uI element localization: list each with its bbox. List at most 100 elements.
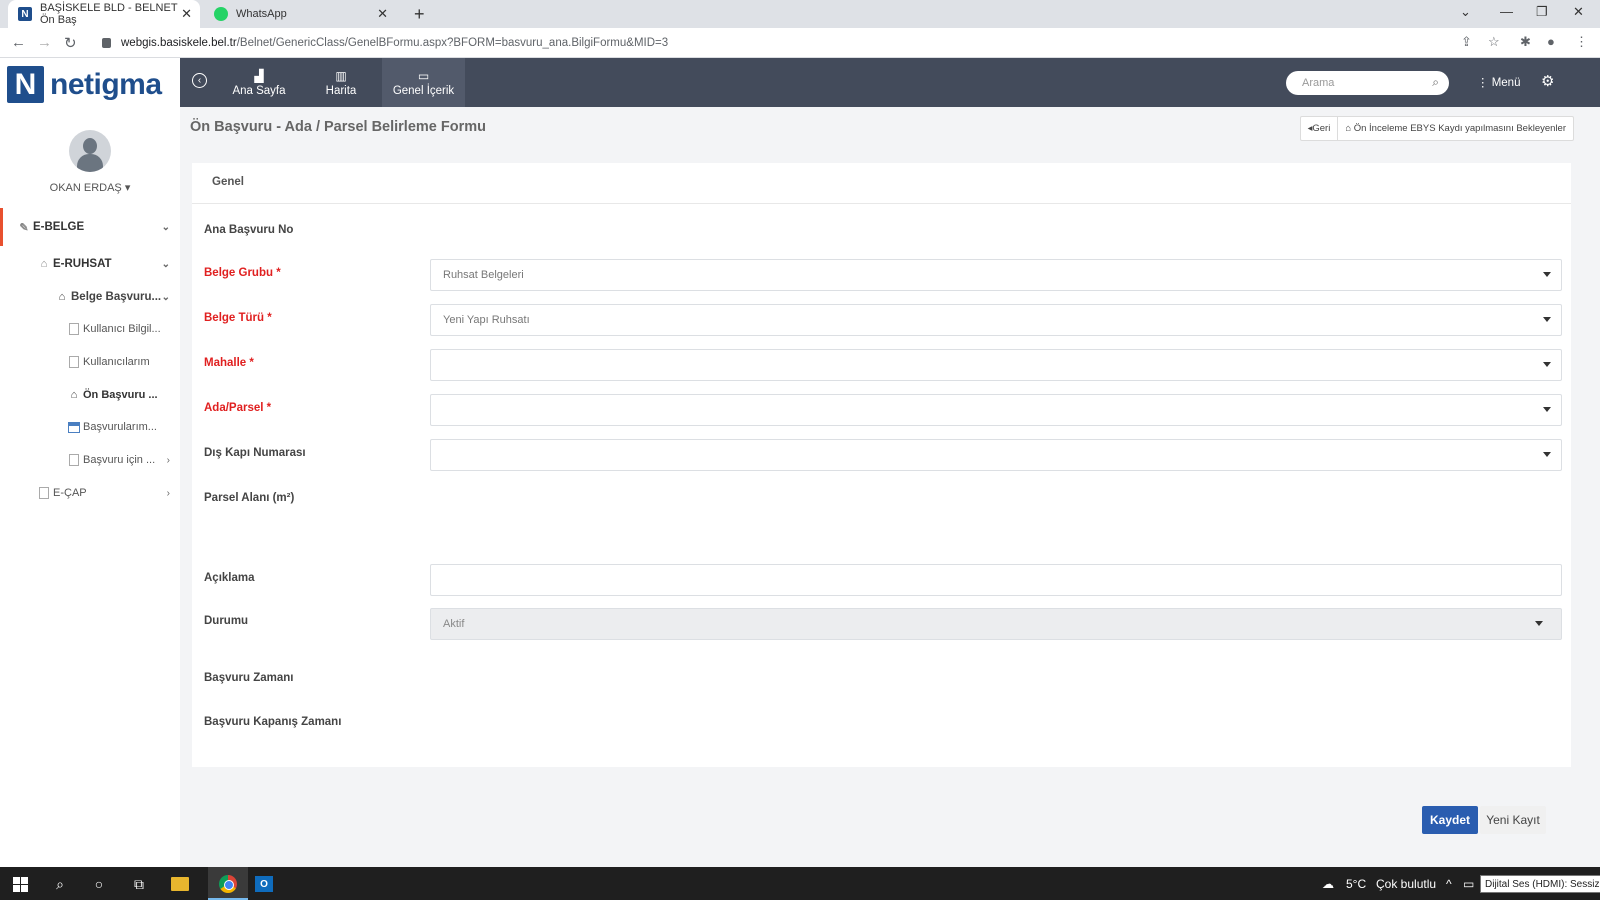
- sidebar-item-label: E-RUHSAT: [53, 258, 112, 270]
- ada-parsel-label: Ada/Parsel *: [204, 402, 272, 414]
- reload-icon[interactable]: ↻: [64, 34, 77, 52]
- gear-icon[interactable]: ⚙: [1541, 72, 1554, 90]
- save-button[interactable]: Kaydet: [1422, 806, 1478, 834]
- chevron-down-icon: ⌄: [161, 221, 170, 233]
- extensions-puzzle-icon[interactable]: ✱: [1520, 34, 1531, 50]
- divider: [192, 203, 1571, 204]
- durumu-select[interactable]: Aktif: [430, 608, 1562, 640]
- tray-chevron-up-icon[interactable]: ^: [1446, 877, 1452, 891]
- form-card: Genel Ana Başvuru No Belge Grubu * Ruhsa…: [192, 163, 1571, 767]
- sidebar-item-on-basvuru[interactable]: ⌂ Ön Başvuru ...: [68, 384, 170, 406]
- caret-down-icon: [1543, 452, 1551, 457]
- minimize-icon[interactable]: —: [1500, 4, 1513, 19]
- document-icon: [68, 356, 80, 368]
- sidebar-item-belge-basvuru[interactable]: ⌂ Belge Başvuru... ⌄: [56, 286, 170, 308]
- monitor-icon: ▭: [417, 68, 430, 83]
- nav-ana-sayfa[interactable]: ▟ Ana Sayfa: [224, 58, 294, 107]
- close-window-icon[interactable]: ✕: [1573, 4, 1584, 20]
- nav-harita[interactable]: ▥ Harita: [308, 58, 374, 107]
- dis-kapi-select[interactable]: [430, 439, 1562, 471]
- top-navbar: ‹ ▟ Ana Sayfa ▥ Harita ▭ Genel İçerik Ar…: [180, 58, 1600, 107]
- chevron-right-icon: ›: [166, 454, 170, 466]
- back-button[interactable]: ◂Geri: [1301, 117, 1338, 140]
- lock-icon: [102, 38, 111, 48]
- user-menu[interactable]: OKAN ERDAŞ ▾: [0, 181, 180, 194]
- edit-note-icon: ✎: [19, 221, 29, 234]
- breadcrumb-link[interactable]: ⌂ Ön İnceleme EBYS Kaydı yapılmasını Bek…: [1337, 117, 1573, 140]
- sidebar-item-e-ruhsat[interactable]: ⌂ E-RUHSAT ⌄: [38, 253, 170, 275]
- profile-icon[interactable]: ●: [1547, 34, 1555, 49]
- tab-genel[interactable]: Genel: [212, 176, 244, 188]
- task-view-icon[interactable]: ⧉: [128, 873, 150, 895]
- sidebar-item-e-cap[interactable]: E-ÇAP ›: [38, 482, 170, 504]
- home-icon: ⌂: [1345, 123, 1354, 134]
- nav-label: Ana Sayfa: [232, 84, 286, 97]
- weather-description[interactable]: Çok bulutlu: [1376, 877, 1436, 891]
- new-tab-icon[interactable]: +: [414, 4, 425, 25]
- new-record-button[interactable]: Yeni Kayıt: [1480, 806, 1546, 834]
- document-icon: [68, 454, 80, 466]
- belge-grubu-select[interactable]: Ruhsat Belgeleri: [430, 259, 1562, 291]
- bookmark-star-icon[interactable]: ☆: [1488, 34, 1500, 50]
- mahalle-label: Mahalle *: [204, 357, 254, 369]
- caret-down-icon: [1543, 272, 1551, 277]
- document-icon: [68, 323, 80, 335]
- sidebar-item-basvuru-icin[interactable]: Başvuru için ... ›: [68, 449, 170, 471]
- collapse-sidebar-icon[interactable]: ‹: [192, 73, 207, 88]
- close-tab-icon[interactable]: ✕: [377, 6, 388, 22]
- cortana-circle-icon[interactable]: ○: [88, 873, 110, 895]
- ada-parsel-select[interactable]: [430, 394, 1562, 426]
- back-arrow-icon[interactable]: ←: [11, 34, 26, 51]
- share-icon[interactable]: ⇪: [1461, 34, 1472, 50]
- select-value: Aktif: [443, 618, 465, 630]
- network-icon[interactable]: ▭: [1463, 877, 1474, 891]
- durumu-label: Durumu: [204, 615, 249, 627]
- mahalle-select[interactable]: [430, 349, 1562, 381]
- caret-down-icon: [1543, 317, 1551, 322]
- search-input[interactable]: Arama ⌕: [1286, 71, 1449, 95]
- search-icon[interactable]: ⌕: [49, 873, 71, 895]
- sidebar-item-e-belge[interactable]: ✎ E-BELGE ⌄: [18, 216, 170, 238]
- outlook-icon[interactable]: O: [253, 873, 275, 895]
- restore-icon[interactable]: ❐: [1536, 4, 1548, 20]
- windows-start-icon[interactable]: [9, 873, 31, 895]
- forward-arrow-icon[interactable]: →: [37, 34, 52, 51]
- file-explorer-icon[interactable]: [169, 873, 191, 895]
- basvuru-zamani-label: Başvuru Zamanı: [204, 672, 294, 684]
- browser-menu-icon[interactable]: ⋮: [1575, 34, 1588, 50]
- aciklama-input[interactable]: [430, 564, 1562, 596]
- sidebar-item-kullanici-bilgileri[interactable]: Kullanıcı Bilgil...: [68, 318, 170, 340]
- close-tab-icon[interactable]: ✕: [181, 6, 192, 22]
- browser-tab-belnet[interactable]: N BAŞİSKELE BLD - BELNET Ön Baş ✕: [8, 0, 200, 28]
- user-name: OKAN ERDAŞ: [49, 182, 122, 194]
- caret-down-icon: [1535, 621, 1543, 626]
- nav-genel-icerik[interactable]: ▭ Genel İçerik: [382, 58, 465, 107]
- address-bar[interactable]: webgis.basiskele.bel.tr/Belnet/GenericCl…: [90, 32, 1470, 54]
- search-icon[interactable]: ⌕: [1432, 75, 1439, 90]
- belge-turu-select[interactable]: Yeni Yapı Ruhsatı: [430, 304, 1562, 336]
- sidebar-item-label: Ön Başvuru ...: [83, 389, 158, 401]
- menu-button[interactable]: ⋮ Menü: [1477, 75, 1520, 89]
- page-title: Ön Başvuru - Ada / Parsel Belirleme Form…: [190, 119, 486, 135]
- volume-tooltip: Dijital Ses (HDMI): Sessiz: [1480, 875, 1600, 893]
- active-menu-indicator: [0, 208, 3, 246]
- netigma-logo[interactable]: N netigma: [7, 66, 162, 103]
- belge-turu-label: Belge Türü *: [204, 312, 272, 324]
- browser-tab-whatsapp[interactable]: WhatsApp ✕: [204, 0, 396, 28]
- sidebar-item-label: Kullanıcı Bilgil...: [83, 323, 161, 335]
- tab-search-chevron-icon[interactable]: ⌄: [1460, 4, 1471, 20]
- netigma-favicon-icon: N: [18, 7, 32, 21]
- browser-toolbar: ← → ↻ webgis.basiskele.bel.tr/Belnet/Gen…: [0, 28, 1600, 58]
- sidebar-item-basvurularim[interactable]: Başvurularım...: [68, 416, 170, 438]
- sidebar-item-kullanicilarim[interactable]: Kullanıcılarım: [68, 351, 170, 373]
- weather-temp[interactable]: 5°C: [1346, 877, 1366, 891]
- chevron-down-icon: ⌄: [161, 291, 170, 303]
- dis-kapi-label: Dış Kapı Numarası: [204, 447, 306, 459]
- nav-label: Genel İçerik: [392, 84, 455, 97]
- search-placeholder: Arama: [1302, 77, 1335, 89]
- avatar[interactable]: [69, 130, 111, 172]
- parsel-alani-label: Parsel Alanı (m²): [204, 492, 295, 504]
- weather-icon[interactable]: ☁: [1322, 877, 1334, 891]
- sidebar-item-label: E-BELGE: [33, 221, 85, 233]
- chrome-icon[interactable]: [217, 873, 239, 895]
